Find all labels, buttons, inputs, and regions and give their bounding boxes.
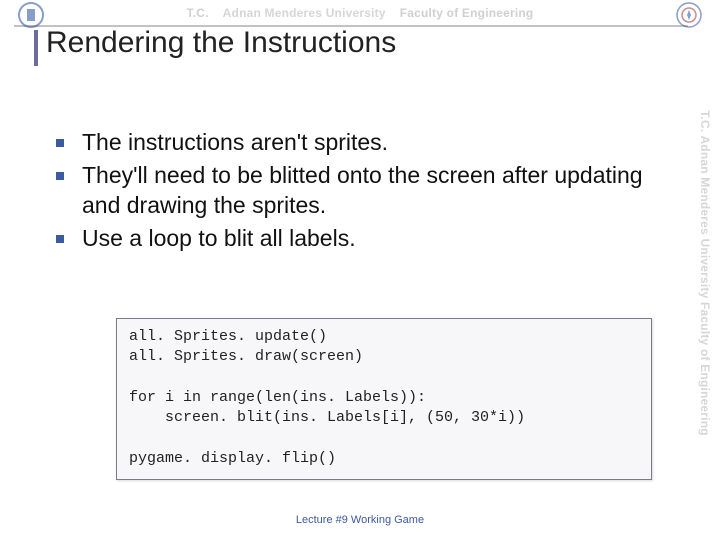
bullet-icon	[56, 172, 64, 180]
bullet-list: The instructions aren't sprites. They'll…	[56, 128, 674, 258]
header-tc: T.C.	[187, 6, 209, 20]
list-item: They'll need to be blitted onto the scre…	[56, 161, 674, 220]
bullet-icon	[56, 235, 64, 243]
title-wrap: Rendering the Instructions	[40, 26, 396, 59]
footer-text: Lecture #9 Working Game	[0, 514, 720, 526]
page-title: Rendering the Instructions	[40, 26, 396, 59]
bullet-text: Use a loop to blit all labels.	[82, 224, 356, 253]
code-block: all. Sprites. update() all. Sprites. dra…	[116, 318, 652, 480]
slide: T.C. Adnan Menderes University Faculty o…	[0, 0, 720, 540]
list-item: Use a loop to blit all labels.	[56, 224, 674, 253]
list-item: The instructions aren't sprites.	[56, 128, 674, 157]
header-watermark: T.C. Adnan Menderes University Faculty o…	[0, 0, 720, 26]
header-university: Adnan Menderes University	[223, 6, 386, 20]
title-accent-bar	[34, 30, 38, 66]
bullet-text: The instructions aren't sprites.	[82, 128, 388, 157]
bullet-icon	[56, 139, 64, 147]
header-faculty: Faculty of Engineering	[400, 6, 534, 20]
right-watermark: T.C. Adnan Menderes University Faculty o…	[694, 28, 716, 518]
right-watermark-text: T.C. Adnan Menderes University Faculty o…	[698, 110, 712, 436]
bullet-text: They'll need to be blitted onto the scre…	[82, 161, 674, 220]
